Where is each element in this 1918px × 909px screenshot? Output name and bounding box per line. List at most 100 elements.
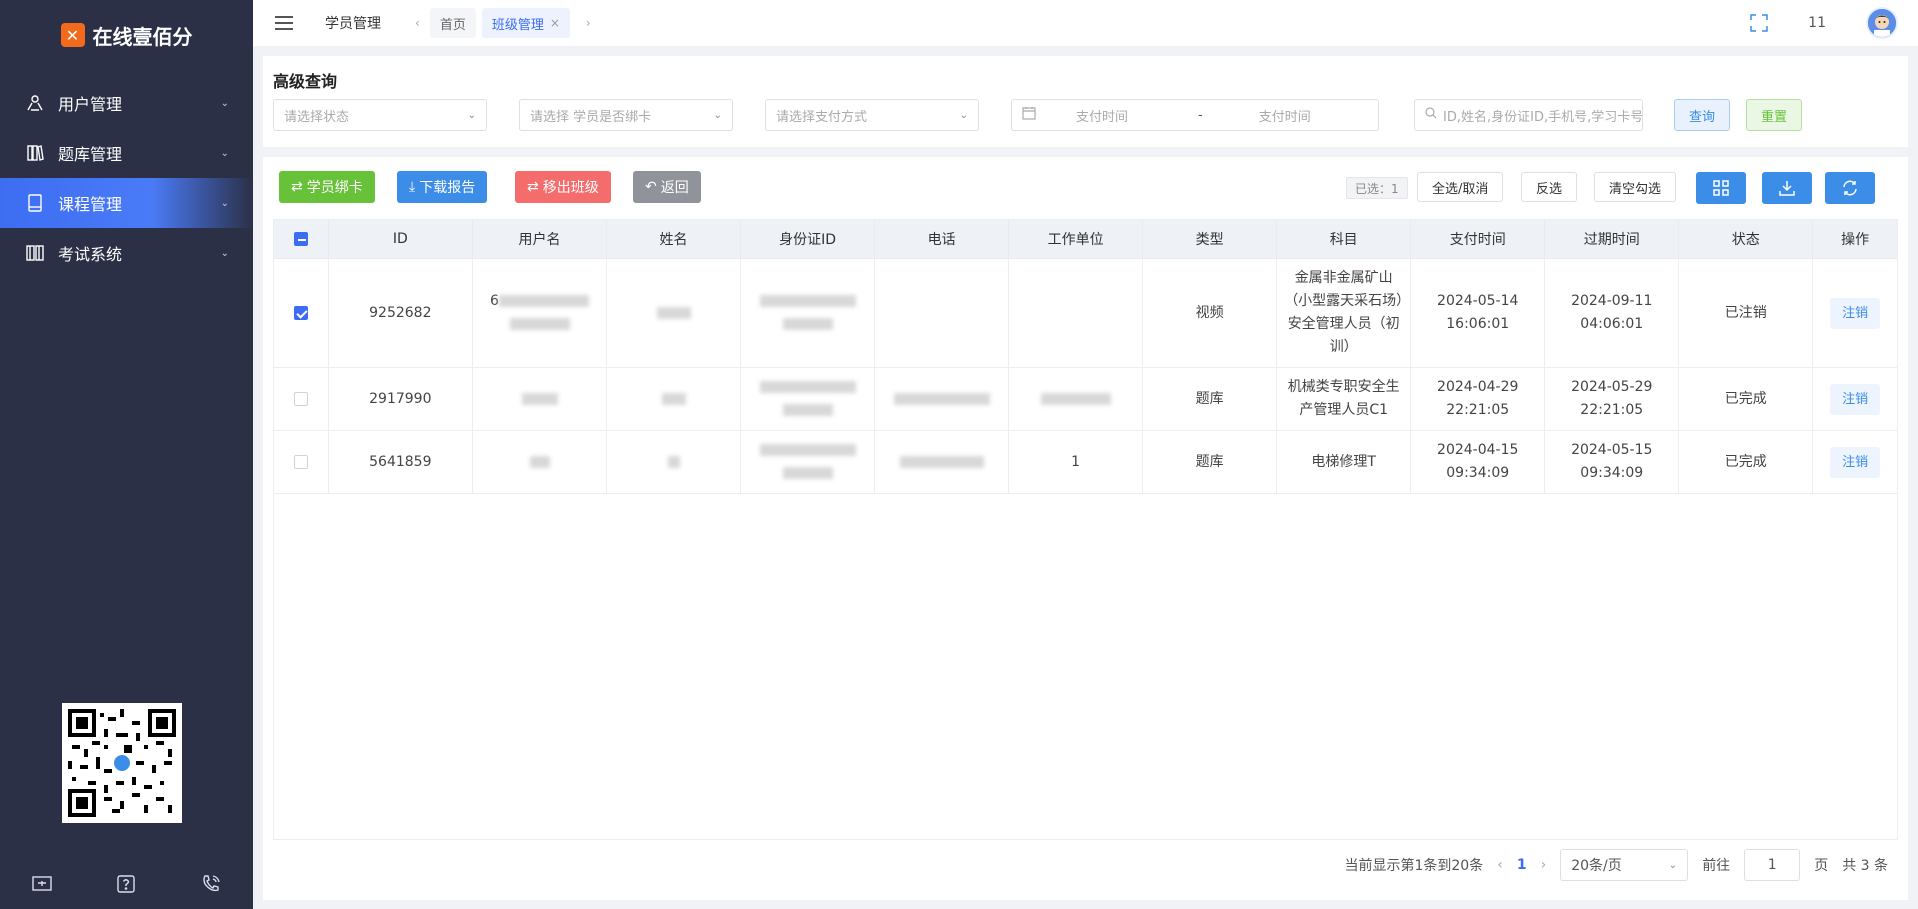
chevron-down-icon: ⌄ <box>220 247 229 259</box>
input-placeholder: ID,姓名,身份证ID,手机号,学习卡号 <box>1443 109 1643 125</box>
cell-type: 视频 <box>1142 258 1278 368</box>
column-header[interactable]: 过期时间 <box>1544 219 1680 259</box>
column-header[interactable]: 身份证ID <box>740 219 876 259</box>
cell-status: 已完成 <box>1678 367 1814 431</box>
select-placeholder: 请选择支付方式 <box>776 109 868 125</box>
column-header[interactable]: ID <box>327 219 473 259</box>
remove-from-class-button[interactable]: ⇄ 移出班级 <box>515 171 611 203</box>
redacted <box>782 404 833 416</box>
redacted <box>529 455 550 468</box>
redacted <box>661 392 686 405</box>
cell-phone <box>874 430 1010 494</box>
section-title: 高级查询 <box>273 72 338 91</box>
users-icon <box>24 92 46 114</box>
clear-selection-button[interactable]: 清空勾选 <box>1594 172 1677 202</box>
phone-icon[interactable] <box>199 872 223 896</box>
column-header[interactable]: 电话 <box>874 219 1010 259</box>
help-icon[interactable] <box>114 872 138 896</box>
select-all-checkbox[interactable] <box>293 232 308 246</box>
cell-action: 注销 <box>1812 367 1898 431</box>
cell-expire-time: 2024-05-29 22:21:05 <box>1544 367 1680 431</box>
column-header[interactable]: 操作 <box>1812 219 1898 259</box>
redacted <box>782 467 833 479</box>
fullscreen-icon[interactable] <box>1750 14 1768 32</box>
grid-view-button[interactable] <box>1696 172 1746 204</box>
menu-toggle-icon[interactable] <box>275 14 293 32</box>
main-panel: ⇄ 学员绑卡 ⤓ 下载报告 ⇄ 移出班级 ↶ 返回 已选：1 全选/取消 反选 清空勾选… <box>263 157 1908 900</box>
export-button[interactable] <box>1762 172 1812 204</box>
cell-pay-time: 2024-05-14 16:06:01 <box>1410 258 1546 368</box>
payment-method-select[interactable]: 请选择支付方式 ⌄ <box>765 99 979 131</box>
screen-icon[interactable] <box>30 872 54 896</box>
status-select[interactable]: 请选择状态 ⌄ <box>273 99 487 131</box>
row-checkbox[interactable] <box>293 454 308 469</box>
button-label: 返回 <box>660 180 689 196</box>
redacted <box>509 318 570 330</box>
tab-class-management[interactable]: 班级管理 × <box>481 8 570 38</box>
invert-selection-button[interactable]: 反选 <box>1521 172 1578 202</box>
cell-pay-time: 2024-04-15 09:34:09 <box>1410 430 1546 494</box>
close-icon[interactable]: × <box>550 16 560 30</box>
total-count: 共 3 条 <box>1842 858 1888 874</box>
cancel-action-button[interactable]: 注销 <box>1830 446 1881 478</box>
row-checkbox[interactable] <box>293 391 308 406</box>
tabs-scroll-left-icon[interactable]: ‹ <box>415 16 420 30</box>
chevron-down-icon: ⌄ <box>713 109 722 121</box>
student-table: ID 用户名 姓名 身份证ID 电话 工作单位 类型 科目 支付时间 过期时间 … <box>273 219 1898 494</box>
column-header[interactable]: 用户名 <box>471 219 608 259</box>
sidebar-item-courses[interactable]: 课程管理 ⌄ <box>0 178 253 228</box>
column-header[interactable]: 支付时间 <box>1410 219 1546 259</box>
sidebar-item-exam[interactable]: 考试系统 ⌄ <box>0 228 253 278</box>
cell-status: 已注销 <box>1678 258 1814 368</box>
select-all-button[interactable]: 全选/取消 <box>1417 172 1504 202</box>
column-header[interactable]: 科目 <box>1276 219 1412 259</box>
page-size-select[interactable]: 20条/页 ⌄ <box>1560 849 1689 881</box>
tab-home[interactable]: 首页 <box>429 8 476 38</box>
cell-id: 5641859 <box>327 430 473 494</box>
exam-icon <box>24 242 46 264</box>
next-page-icon[interactable]: › <box>1541 857 1547 873</box>
reset-button[interactable]: 重置 <box>1746 99 1803 131</box>
redacted <box>893 392 990 405</box>
cell-name <box>606 430 742 494</box>
select-all-checkbox-cell[interactable] <box>273 219 329 259</box>
download-report-button[interactable]: ⤓ 下载报告 <box>397 171 488 203</box>
sidebar-item-label: 题库管理 <box>58 145 123 164</box>
tabs-scroll-right-icon[interactable]: › <box>586 16 591 30</box>
cancel-action-button[interactable]: 注销 <box>1830 383 1881 415</box>
back-button[interactable]: ↶ 返回 <box>633 171 701 203</box>
sidebar-item-question-bank[interactable]: 题库管理 ⌄ <box>0 128 253 178</box>
logo[interactable]: ✕ 在线壹佰分 <box>0 0 253 70</box>
table-row[interactable]: 2917990 题库 机械类专职安全生产管理人员C1 2024-04-29 22… <box>273 367 1898 431</box>
column-header[interactable]: 类型 <box>1142 219 1278 259</box>
pay-time-range[interactable]: 支付时间 - 支付时间 <box>1011 99 1379 131</box>
cell-subject: 机械类专职安全生产管理人员C1 <box>1276 367 1412 431</box>
refresh-button[interactable] <box>1825 172 1875 204</box>
table-row[interactable]: 9252682 6 视频 金属非金属矿山（小型露天采石场）安全管理人员（初训） … <box>273 258 1898 368</box>
cell-username <box>471 367 608 431</box>
bind-card-select[interactable]: 请选择 学员是否绑卡 ⌄ <box>519 99 733 131</box>
column-header[interactable]: 工作单位 <box>1008 219 1144 259</box>
chevron-down-icon: ⌄ <box>959 109 968 121</box>
prev-page-icon[interactable]: ‹ <box>1497 857 1503 873</box>
cancel-action-button[interactable]: 注销 <box>1830 297 1881 329</box>
logo-text: 在线壹佰分 <box>92 24 193 49</box>
select-placeholder: 请选择状态 <box>284 109 350 125</box>
sidebar-item-users[interactable]: 用户管理 ⌄ <box>0 78 253 128</box>
bind-card-button[interactable]: ⇄ 学员绑卡 <box>279 171 375 203</box>
column-header[interactable]: 姓名 <box>606 219 742 259</box>
query-button[interactable]: 查询 <box>1674 99 1731 131</box>
column-header[interactable]: 状态 <box>1678 219 1814 259</box>
cell-username: 6 <box>471 258 608 368</box>
redacted <box>759 444 856 456</box>
table-row[interactable]: 5641859 1 题库 电梯修理T 2024-04-15 09:34:09 2… <box>273 430 1898 494</box>
keyword-search-input[interactable]: ID,姓名,身份证ID,手机号,学习卡号 <box>1414 99 1643 131</box>
page-number[interactable]: 1 <box>1517 857 1527 873</box>
top-bar: 学员管理 ‹ 首页 班级管理 × › 11 <box>253 0 1918 46</box>
row-checkbox[interactable] <box>293 305 308 320</box>
cell-id-card <box>740 258 876 368</box>
avatar[interactable] <box>1866 7 1898 39</box>
cell-expire-time: 2024-05-15 09:34:09 <box>1544 430 1680 494</box>
goto-page-input[interactable]: 1 <box>1744 849 1801 881</box>
search-icon <box>1425 107 1437 123</box>
